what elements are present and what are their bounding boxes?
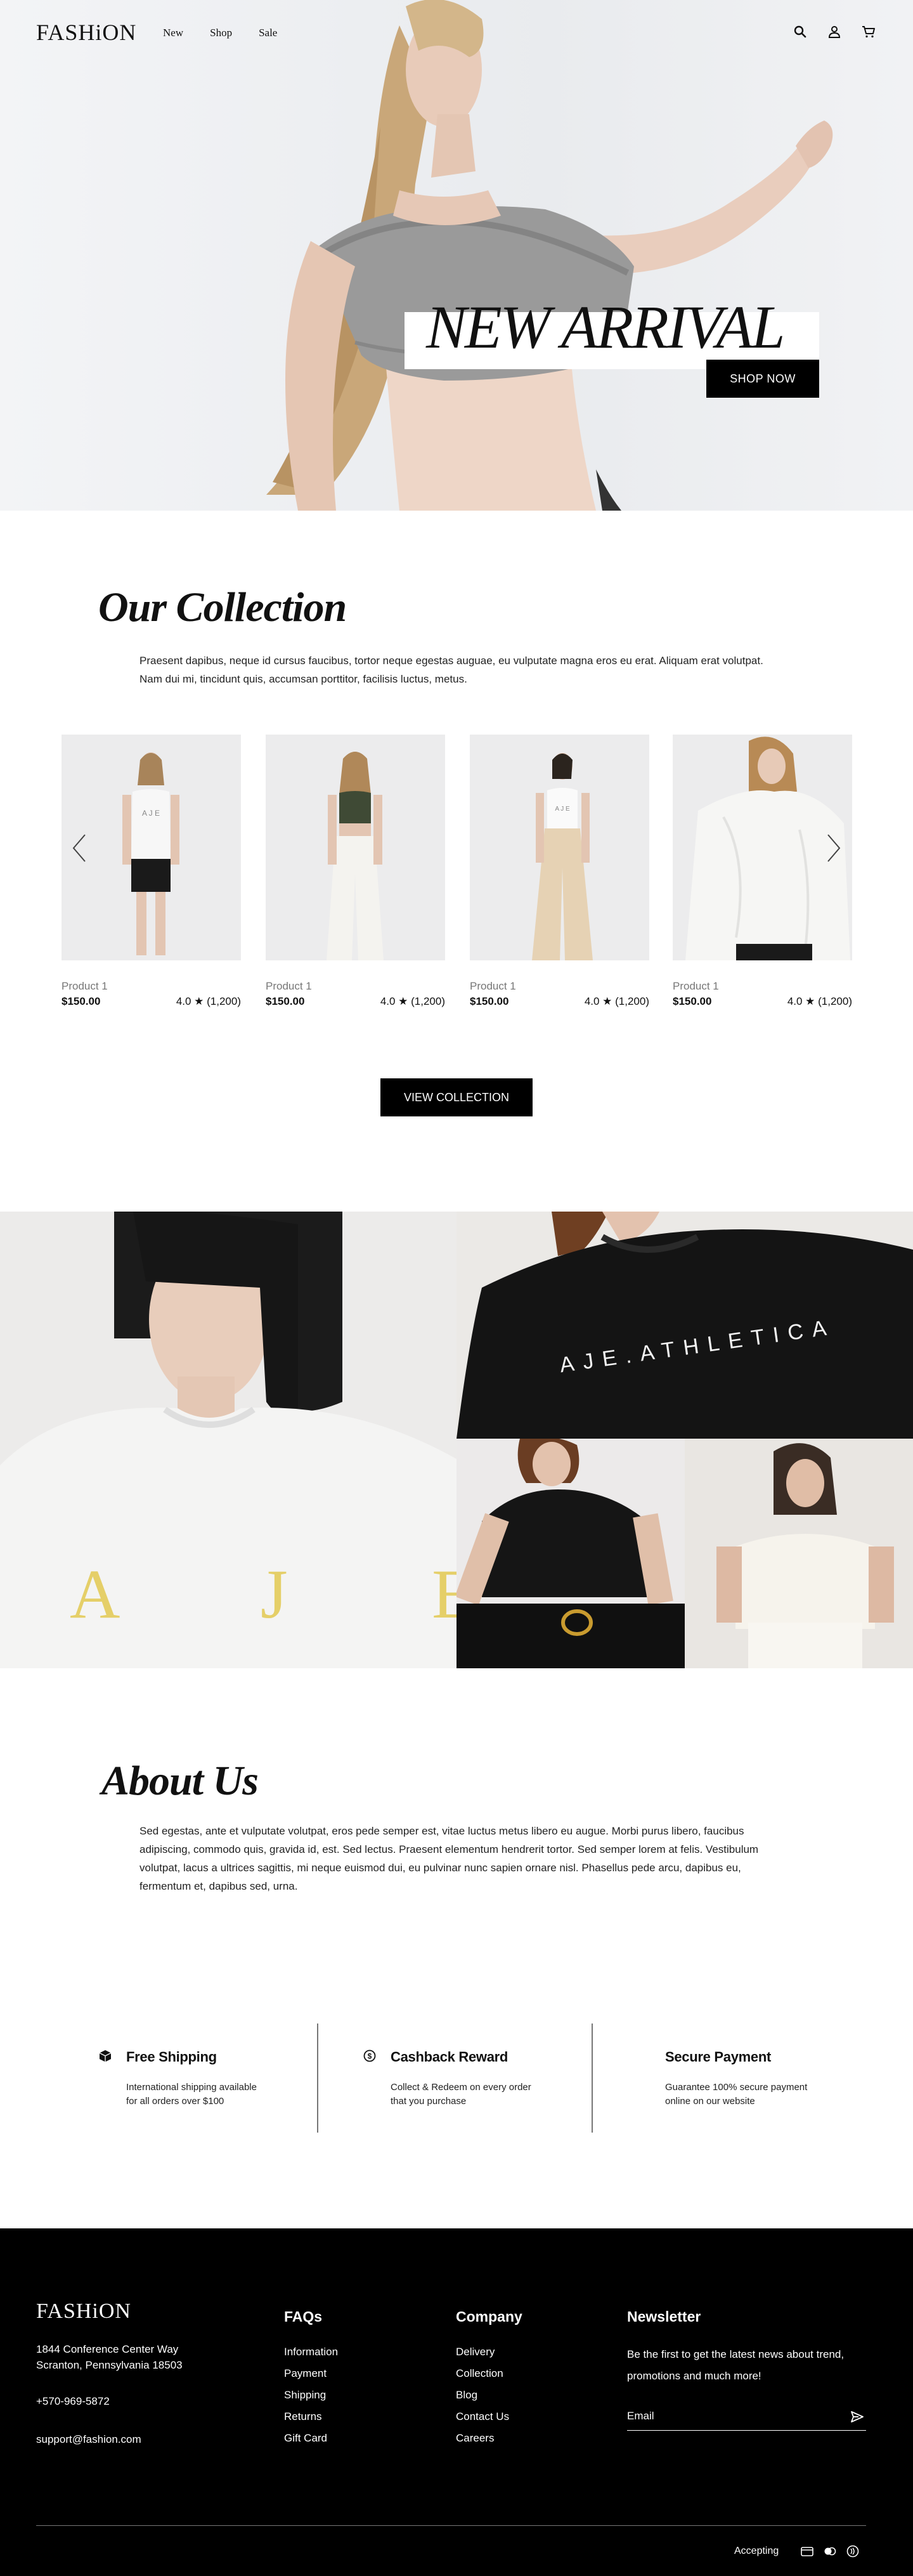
send-icon[interactable] [850,2409,865,2424]
product-print-text: A J E [142,809,160,818]
about-title: About Us [101,1758,259,1804]
tee-print-text: A J E [70,1555,456,1633]
product-card[interactable]: Product 1 $150.00 4.0 ★ (1,200) [266,735,445,1008]
carousel-next-icon[interactable] [824,832,843,864]
footer-logo[interactable]: FASHiON [36,2299,131,2324]
shop-now-button[interactable]: SHOP NOW [706,360,819,398]
footer: FASHiON 1844 Conference Center Way Scran… [0,2228,913,2576]
product-rating: 4.0 ★ (1,200) [176,995,241,1007]
footer-link-information[interactable]: Information [284,2346,338,2367]
dollar-circle-icon: $ [363,2050,376,2062]
product-meta: $150.00 4.0 ★ (1,200) [266,995,445,1008]
cart-icon[interactable] [861,24,876,39]
collection-title: Our Collection [98,584,347,631]
product-card[interactable]: Product 1 $150.00 4.0 ★ (1,200) [673,735,852,1008]
nav-link-new[interactable]: New [163,27,183,39]
hero-banner: FASHiON New Shop Sale NEW ARRIVAL SHOP N… [0,0,913,511]
product-rating: 4.0 ★ (1,200) [584,995,649,1007]
newsletter-heading: Newsletter [627,2308,701,2325]
brand-logo[interactable]: FASHiON [36,19,136,46]
product-price: $150.00 [470,995,509,1007]
faqs-heading: FAQs [284,2308,323,2325]
footer-link-collection[interactable]: Collection [456,2367,509,2389]
footer-link-contact-us[interactable]: Contact Us [456,2410,509,2432]
feature-divider [592,2024,593,2133]
footer-link-careers[interactable]: Careers [456,2432,509,2454]
product-rating: 4.0 ★ (1,200) [380,995,445,1007]
gallery-image-black-crop [456,1439,685,1668]
newsletter-email-input[interactable] [627,2407,836,2426]
gallery-image-black-tee: AJE.ATHLETICA [456,1212,913,1439]
footer-email[interactable]: support@fashion.com [36,2431,141,2447]
feature-description: International shipping available for all … [126,2082,257,2107]
view-collection-button[interactable]: VIEW COLLECTION [380,1078,533,1116]
product-meta: $150.00 4.0 ★ (1,200) [470,995,649,1008]
product-price: $150.00 [266,995,305,1007]
footer-link-delivery[interactable]: Delivery [456,2346,509,2367]
product-print-text: A J E [555,806,570,813]
footer-link-payment[interactable]: Payment [284,2367,338,2389]
newsletter-description: Be the first to get the latest news abou… [627,2348,845,2382]
company-heading: Company [456,2308,522,2325]
product-name[interactable]: Product 1 [266,980,445,993]
footer-link-returns[interactable]: Returns [284,2410,338,2432]
footer-link-shipping[interactable]: Shipping [284,2389,338,2410]
footer-link-blog[interactable]: Blog [456,2389,509,2410]
feature-description: Collect & Redeem on every order that you … [391,2082,531,2107]
feature-divider [317,2024,318,2133]
hero-model-image [266,0,833,511]
mastercard-icon [823,2544,837,2558]
product-price: $150.00 [62,995,101,1007]
lookbook-gallery: A J E AJE.ATHLETICA [0,1212,913,1668]
feature-description: Guarantee 100% secure payment online on o… [665,2082,808,2107]
faqs-links: Information Payment Shipping Returns Gif… [284,2346,338,2454]
carousel-prev-icon[interactable] [70,832,89,864]
accepting-label: Accepting [734,2546,779,2556]
footer-divider [36,2525,866,2526]
footer-link-gift-card[interactable]: Gift Card [284,2432,338,2454]
company-links: Delivery Collection Blog Contact Us Care… [456,2346,509,2454]
top-navigation: FASHiON New Shop Sale [0,0,913,67]
footer-phone[interactable]: +570-969-5872 [36,2393,110,2409]
product-meta: $150.00 4.0 ★ (1,200) [62,995,241,1008]
features-row: Free Shipping International shipping ava… [0,2024,913,2135]
product-card[interactable]: A J E Product 1 $150.00 4.0 ★ (1,200) [470,735,649,1008]
product-carousel: A J E Product 1 $150.00 4.0 ★ (1,200) Pr… [62,735,852,1007]
nav-icons [793,24,876,39]
footer-address: 1844 Conference Center Way Scranton, Pen… [36,2343,183,2371]
collection-description: Praesent dapibus, neque id cursus faucib… [139,655,763,685]
product-card[interactable]: A J E Product 1 $150.00 4.0 ★ (1,200) [62,735,241,1008]
feature-title: Free Shipping [126,2049,217,2065]
product-image[interactable] [266,735,445,960]
product-rating: 4.0 ★ (1,200) [787,995,852,1007]
card-icon [800,2544,814,2558]
product-price: $150.00 [673,995,712,1007]
nav-link-sale[interactable]: Sale [259,27,277,39]
product-meta: $150.00 4.0 ★ (1,200) [673,995,852,1008]
nav-link-shop[interactable]: Shop [210,27,232,39]
svg-text:$: $ [368,2052,372,2061]
product-name[interactable]: Product 1 [62,980,241,993]
contactless-icon [846,2544,860,2558]
feature-title: Secure Payment [665,2049,771,2065]
product-image[interactable]: A J E [470,735,649,960]
feature-title: Cashback Reward [391,2049,508,2065]
product-name[interactable]: Product 1 [470,980,649,993]
user-icon[interactable] [827,24,842,39]
nav-links: New Shop Sale [163,27,277,39]
hero-title: NEW ARRIVAL [426,293,785,361]
product-name[interactable]: Product 1 [673,980,852,993]
payment-icons [800,2544,860,2558]
box-icon [99,2050,112,2062]
gallery-image-white-tee: A J E [0,1212,456,1668]
email-underline [627,2430,866,2431]
about-text: Sed egestas, ante et vulputate volutpat,… [139,1825,759,1892]
search-icon[interactable] [793,24,808,39]
gallery-image-white-set [685,1439,913,1668]
